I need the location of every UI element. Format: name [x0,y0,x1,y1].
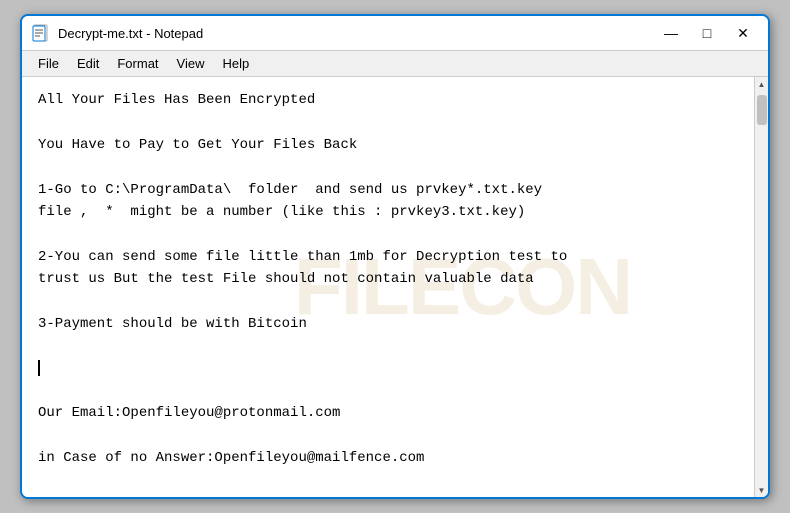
line-5: 1-Go to C:\ProgramData\ folder and send … [38,182,542,198]
menu-view[interactable]: View [169,53,213,74]
notepad-window: Decrypt-me.txt - Notepad — □ ✕ File Edit… [20,14,770,499]
line-9: trust us But the test File should not co… [38,271,534,287]
scroll-up-button[interactable]: ▲ [755,77,769,91]
menu-format[interactable]: Format [109,53,166,74]
menu-edit[interactable]: Edit [69,53,107,74]
line-14: Our Email:Openfileyou@protonmail.com [38,405,340,421]
title-bar: Decrypt-me.txt - Notepad — □ ✕ [22,16,768,51]
maximize-button[interactable]: □ [692,22,722,44]
text-content[interactable]: All Your Files Has Been Encrypted You Ha… [38,89,752,470]
close-button[interactable]: ✕ [728,22,758,44]
text-area-container[interactable]: FILECON All Your Files Has Been Encrypte… [22,77,768,497]
notepad-icon [32,24,50,42]
title-bar-left: Decrypt-me.txt - Notepad [32,24,203,42]
scrollbar[interactable]: ▲ ▼ [754,77,768,497]
scroll-down-button[interactable]: ▼ [755,483,769,497]
window-controls: — □ ✕ [656,22,758,44]
line-16: in Case of no Answer:Openfileyou@mailfen… [38,450,424,466]
line-3: You Have to Pay to Get Your Files Back [38,137,357,153]
menu-help[interactable]: Help [214,53,257,74]
line-11: 3-Payment should be with Bitcoin [38,316,307,332]
menu-bar: File Edit Format View Help [22,51,768,77]
scroll-thumb[interactable] [757,95,767,125]
line-1: All Your Files Has Been Encrypted [38,92,315,108]
line-8: 2-You can send some file little than 1mb… [38,249,567,265]
line-6: file , * might be a number (like this : … [38,204,525,220]
text-cursor [38,360,40,376]
window-title: Decrypt-me.txt - Notepad [58,26,203,41]
minimize-button[interactable]: — [656,22,686,44]
menu-file[interactable]: File [30,53,67,74]
